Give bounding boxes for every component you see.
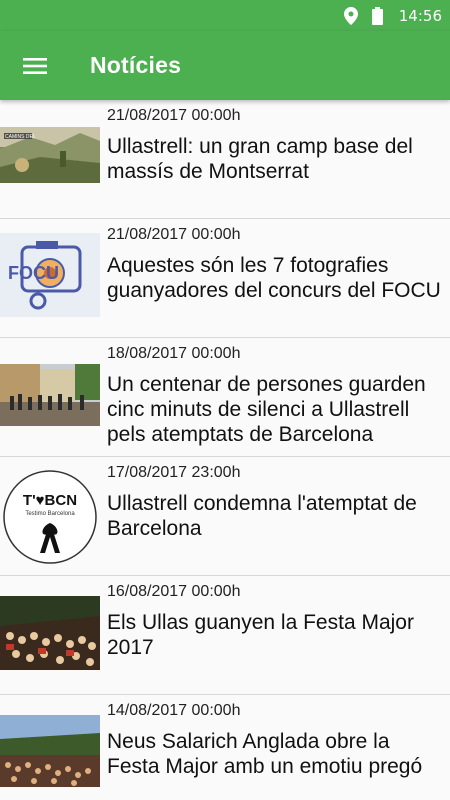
news-title: Ullastrell condemna l'atemptat de Barcel… [107, 492, 417, 540]
app-toolbar: Notícies [0, 31, 450, 100]
news-item[interactable]: 16/08/2017 00:00h Els Ullas guanyen la F… [0, 576, 450, 695]
news-item[interactable]: 18/08/2017 00:00h Un centenar de persone… [0, 338, 450, 457]
news-date: 16/08/2017 00:00h [107, 583, 241, 600]
tbcn-subtitle: Testimo Barcelona [25, 511, 75, 517]
news-date: 21/08/2017 00:00h [107, 107, 241, 124]
location-icon [343, 6, 358, 25]
news-date: 18/08/2017 00:00h [107, 345, 241, 362]
focu-logo-text: FOCU [8, 263, 59, 283]
news-thumbnail: T'♥BCN Testimo Barcelona [0, 467, 100, 567]
news-date: 21/08/2017 00:00h [107, 226, 241, 243]
news-title: Un centenar de persones guarden cinc min… [107, 373, 426, 446]
news-thumbnail [0, 715, 100, 787]
menu-button[interactable] [0, 31, 70, 100]
news-title: Els Ullas guanyen la Festa Major 2017 [107, 611, 414, 659]
status-time: 14:56 [398, 6, 442, 25]
news-title: Aquestes són les 7 fotografies guanyador… [107, 254, 441, 302]
battery-icon [371, 6, 383, 25]
news-list[interactable]: CAMINS DEL 21/08/2017 00:00h Ullastrell:… [0, 100, 450, 800]
thumbnail-caption: CAMINS DEL [5, 134, 36, 140]
news-title: Neus Salarich Anglada obre la Festa Majo… [107, 730, 423, 778]
news-item[interactable]: FOCU 21/08/2017 00:00h Aquestes són les … [0, 219, 450, 338]
hamburger-menu-icon [23, 57, 47, 74]
news-item[interactable]: CAMINS DEL 21/08/2017 00:00h Ullastrell:… [0, 100, 450, 219]
news-date: 17/08/2017 23:00h [107, 464, 241, 481]
news-title: Ullastrell: un gran camp base del massís… [107, 135, 413, 183]
news-thumbnail: CAMINS DEL [0, 127, 100, 183]
tbcn-logo: T'♥BCN [23, 492, 77, 509]
news-item[interactable]: T'♥BCN Testimo Barcelona 17/08/2017 23:0… [0, 457, 450, 576]
page-title: Notícies [90, 52, 182, 78]
news-thumbnail: FOCU [0, 233, 100, 317]
news-item[interactable]: 14/08/2017 00:00h Neus Salarich Anglada … [0, 695, 450, 800]
status-bar: 14:56 [0, 0, 450, 31]
news-thumbnail [0, 364, 100, 426]
news-thumbnail [0, 596, 100, 670]
news-date: 14/08/2017 00:00h [107, 702, 241, 719]
